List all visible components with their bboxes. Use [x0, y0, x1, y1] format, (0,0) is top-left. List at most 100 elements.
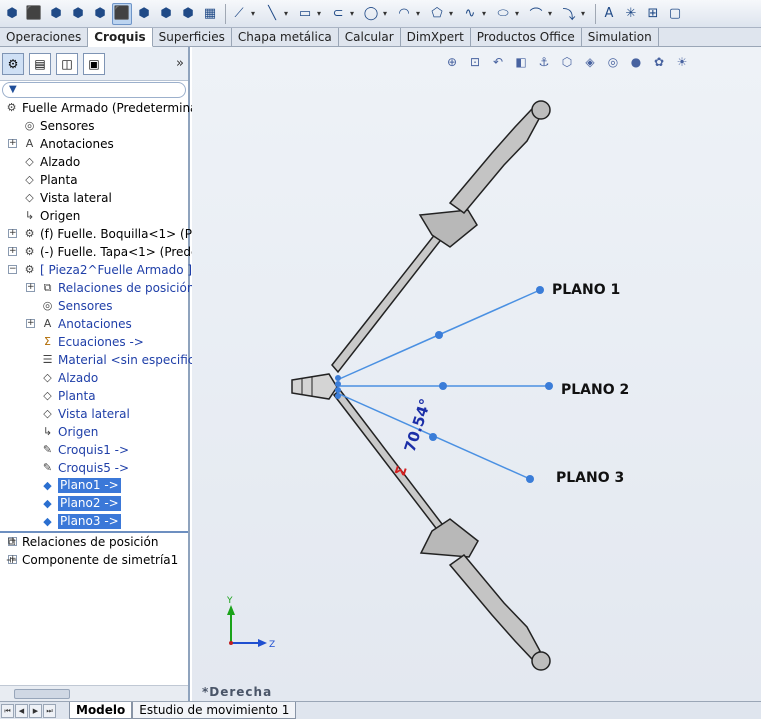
dropdown-arrow-icon[interactable]: ▾ — [416, 9, 424, 18]
assembly-selected-icon[interactable]: ⬛ — [112, 2, 132, 25]
last-tab-icon[interactable]: ⏭ — [43, 703, 56, 718]
feature-manager-tab-icon[interactable]: ⚙ — [2, 52, 24, 75]
line-icon[interactable]: ╲ — [262, 3, 282, 25]
dropdown-arrow-icon[interactable]: ▾ — [548, 9, 556, 18]
drawing-icon[interactable]: ▦ — [200, 3, 220, 25]
tab-dimxpert[interactable]: DimXpert — [401, 28, 471, 47]
command-manager-tabs: Operaciones Croquis Superficies Chapa metál… — [0, 28, 761, 47]
dropdown-arrow-icon[interactable]: ▾ — [251, 9, 259, 18]
expand-icon[interactable]: + — [8, 229, 17, 238]
tree-item[interactable]: − ⚙[ Pieza2^Fuelle Armado ]<1> — [0, 261, 220, 279]
polygon-icon[interactable]: ⬠ — [427, 3, 447, 25]
tree-item[interactable]: + ⚙ (f) Fuelle. Boquilla<1> (Pred — [0, 225, 211, 243]
tree-item[interactable]: ◇ Vista lateral — [0, 189, 188, 207]
feature-icon[interactable]: ⬛ — [24, 3, 44, 25]
dropdown-arrow-icon[interactable]: ▾ — [317, 9, 325, 18]
tree-item[interactable]: ◇ Alzado — [0, 153, 188, 171]
tab-operaciones[interactable]: Operaciones — [0, 28, 89, 47]
graphics-viewport[interactable]: ⊕ ⊡ ↶ ◧ ⚓ ⬡ ◈ ◎ ● ✿ ☀ PLANO 1 PLANO 2 PL… — [192, 47, 761, 701]
grid-icon[interactable]: ⊞ — [643, 3, 663, 25]
tree-item[interactable]: + A Anotaciones — [0, 135, 188, 153]
tree-item[interactable]: ✎ Croquis1 -> — [0, 441, 188, 459]
next-tab-icon[interactable]: ▶ — [29, 703, 42, 718]
assembly-icon[interactable]: ⬢ — [2, 3, 22, 25]
tree-item[interactable]: + ⟛ Componente de simetría1 — [0, 551, 188, 569]
dropdown-arrow-icon[interactable]: ▾ — [515, 9, 523, 18]
dropdown-arrow-icon[interactable]: ▾ — [284, 9, 292, 18]
tree-item[interactable]: + ⧉ Relaciones de posición e — [0, 279, 206, 297]
dropdown-arrow-icon[interactable]: ▾ — [581, 9, 589, 18]
dropdown-arrow-icon[interactable]: ▾ — [482, 9, 490, 18]
previous-tab-icon[interactable]: ◀ — [15, 703, 28, 718]
tree-item-label: Origen — [58, 425, 99, 439]
slot-icon[interactable]: ⊂ — [328, 3, 348, 25]
tree-item[interactable]: ◇ Alzado — [0, 369, 188, 387]
tab-estudio-de-movimiento-1[interactable]: Estudio de movimiento 1 — [132, 702, 297, 719]
expand-icon[interactable]: + — [26, 319, 35, 328]
feature2-icon[interactable]: ⬢ — [134, 3, 154, 25]
circle-icon[interactable]: ◯ — [361, 3, 381, 25]
tab-calcular[interactable]: Calcular — [339, 28, 401, 47]
tree-item[interactable]: ◆ Plano1 -> — [0, 477, 188, 495]
dropdown-arrow-icon[interactable]: ▾ — [449, 9, 457, 18]
rectangle-icon[interactable]: ▭ — [295, 3, 315, 25]
angle-dimension[interactable]: 70.54° — [401, 396, 435, 454]
tree-item[interactable]: ◎ Sensores — [0, 297, 188, 315]
fillet-icon[interactable]: ⌒ — [526, 3, 546, 25]
plane-3-label[interactable]: PLANO 3 — [556, 470, 624, 486]
tab-croquis[interactable]: Croquis — [88, 28, 153, 47]
tab-chapa-met-lica[interactable]: Chapa metálica — [232, 28, 339, 47]
tree-item-label: Sensores — [58, 299, 113, 313]
tree-filter[interactable]: ▼ — [2, 82, 186, 98]
tab-productos-office[interactable]: Productos Office — [471, 28, 582, 47]
tree-item[interactable]: ◇ Vista lateral — [0, 405, 188, 423]
centerline-icon[interactable]: ✳ — [621, 3, 641, 25]
tree-item[interactable]: ☰ Material <sin especificar — [0, 351, 207, 369]
tree-item[interactable]: Σ Ecuaciones -> — [0, 333, 188, 351]
smart-dimension-icon[interactable]: ⟋ — [229, 3, 249, 25]
dropdown-arrow-icon[interactable]: ▾ — [383, 9, 391, 18]
tree-item[interactable]: ◇ Planta — [0, 387, 188, 405]
part-gray2-icon[interactable]: ⬢ — [156, 3, 176, 25]
tree-item-label: (-) Fuelle. Tapa<1> (Predete — [40, 245, 211, 259]
expand-icon[interactable]: + — [8, 247, 17, 256]
tree-item[interactable]: ↳ Origen — [0, 207, 188, 225]
first-tab-icon[interactable]: ⏮ — [1, 703, 14, 718]
expand-icon[interactable]: + — [8, 139, 17, 148]
spline-icon[interactable]: ∿ — [460, 3, 480, 25]
panel-horizontal-scrollbar[interactable] — [0, 685, 188, 701]
part-gray-icon[interactable]: ⬢ — [68, 3, 88, 25]
text-icon[interactable]: A — [599, 3, 619, 25]
collapse-icon[interactable]: − — [8, 265, 17, 274]
more-tabs-icon[interactable]: » — [176, 56, 184, 71]
assembly2-icon[interactable]: ⬢ — [90, 3, 110, 25]
tree-item[interactable]: ◎ Sensores — [0, 117, 188, 135]
tab-modelo[interactable]: Modelo — [69, 702, 133, 719]
expand-icon[interactable]: + — [26, 283, 35, 292]
tree-item[interactable]: ↳ Origen — [0, 423, 188, 441]
tree-item[interactable]: ◆ Plano2 -> — [0, 495, 188, 513]
configuration-manager-tab-icon[interactable]: ◫ — [56, 52, 78, 75]
plane-icon: ◇ — [43, 371, 52, 384]
tree-item[interactable]: + ⧉ Relaciones de posición — [0, 533, 188, 551]
tree-item[interactable]: + A Anotaciones — [0, 315, 188, 333]
tree-item[interactable]: ◆ Plano3 -> — [0, 513, 188, 531]
part-icon[interactable]: ⬢ — [46, 3, 66, 25]
part3-icon[interactable]: ⬢ — [178, 3, 198, 25]
display-manager-tab-icon[interactable]: ▣ — [83, 52, 105, 75]
tree-item[interactable]: ◇ Planta — [0, 171, 188, 189]
trim-icon[interactable]: ⤵ — [559, 3, 579, 25]
property-manager-tab-icon[interactable]: ▤ — [29, 52, 51, 75]
tab-superficies[interactable]: Superficies — [153, 28, 232, 47]
tree-item[interactable]: ⚙ Fuelle Armado (Predeterminado — [0, 99, 213, 117]
plane-1-label[interactable]: PLANO 1 — [552, 282, 620, 298]
window-icon[interactable]: ▢ — [665, 3, 685, 25]
plane-2-label[interactable]: PLANO 2 — [561, 382, 629, 398]
arc-icon[interactable]: ◠ — [394, 3, 414, 25]
scrollbar-thumb[interactable] — [14, 689, 70, 699]
tab-simulation[interactable]: Simulation — [582, 28, 659, 47]
tree-item[interactable]: + ⚙ (-) Fuelle. Tapa<1> (Predete — [0, 243, 211, 261]
tree-item[interactable]: ✎ Croquis5 -> — [0, 459, 188, 477]
ellipse-icon[interactable]: ⬭ — [493, 3, 513, 25]
dropdown-arrow-icon[interactable]: ▾ — [350, 9, 358, 18]
